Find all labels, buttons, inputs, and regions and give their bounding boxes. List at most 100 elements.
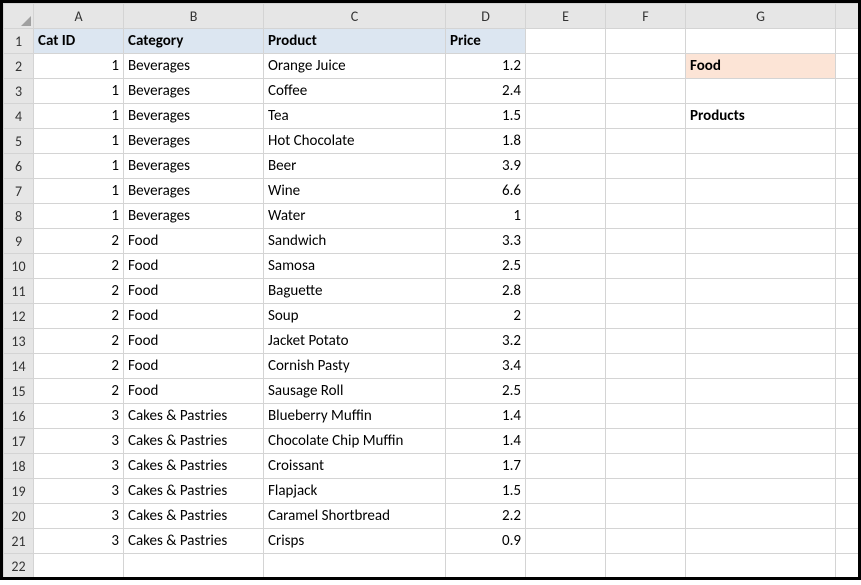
cell-b8[interactable]: Beverages [124, 204, 264, 229]
col-header-e[interactable]: E [526, 4, 606, 29]
row-header[interactable]: 16 [4, 404, 34, 429]
cell-a13[interactable]: 2 [34, 329, 124, 354]
cell-a19[interactable]: 3 [34, 479, 124, 504]
cell-b11[interactable]: Food [124, 279, 264, 304]
cell-edge[interactable] [836, 354, 861, 379]
cell-g10[interactable] [686, 254, 836, 279]
select-all-corner[interactable] [4, 4, 34, 29]
cell-b7[interactable]: Beverages [124, 179, 264, 204]
cell-e16[interactable] [526, 404, 606, 429]
cell-e2[interactable] [526, 54, 606, 79]
cell-f21[interactable] [606, 529, 686, 554]
cell-d19[interactable]: 1.5 [446, 479, 526, 504]
cell-c13[interactable]: Jacket Potato [264, 329, 446, 354]
cell-e4[interactable] [526, 104, 606, 129]
cell-b14[interactable]: Food [124, 354, 264, 379]
cell-b16[interactable]: Cakes & Pastries [124, 404, 264, 429]
cell-a3[interactable]: 1 [34, 79, 124, 104]
cell-d15[interactable]: 2.5 [446, 379, 526, 404]
row-header[interactable]: 5 [4, 129, 34, 154]
cell-a16[interactable]: 3 [34, 404, 124, 429]
cell-edge[interactable] [836, 504, 861, 529]
cell-c2[interactable]: Orange Juice [264, 54, 446, 79]
cell-edge[interactable] [836, 79, 861, 104]
cell-a11[interactable]: 2 [34, 279, 124, 304]
cell-f4[interactable] [606, 104, 686, 129]
row-header[interactable]: 20 [4, 504, 34, 529]
cell-f5[interactable] [606, 129, 686, 154]
cell-f7[interactable] [606, 179, 686, 204]
cell-edge[interactable] [836, 429, 861, 454]
cell-edge[interactable] [836, 104, 861, 129]
cell-b18[interactable]: Cakes & Pastries [124, 454, 264, 479]
cell-a8[interactable]: 1 [34, 204, 124, 229]
spreadsheet[interactable]: A B C D E F G 1 Cat ID Category Product … [0, 0, 861, 580]
cell-d21[interactable]: 0.9 [446, 529, 526, 554]
cell-b22[interactable] [124, 554, 264, 579]
cell-b21[interactable]: Cakes & Pastries [124, 529, 264, 554]
row-header[interactable]: 15 [4, 379, 34, 404]
cell-g21[interactable] [686, 529, 836, 554]
row-header[interactable]: 12 [4, 304, 34, 329]
cell-g1[interactable] [686, 29, 836, 54]
cell-c5[interactable]: Hot Chocolate [264, 129, 446, 154]
cell-c18[interactable]: Croissant [264, 454, 446, 479]
row-header[interactable]: 1 [4, 29, 34, 54]
cell-e1[interactable] [526, 29, 606, 54]
cell-a14[interactable]: 2 [34, 354, 124, 379]
cell-a2[interactable]: 1 [34, 54, 124, 79]
row-header[interactable]: 19 [4, 479, 34, 504]
cell-e18[interactable] [526, 454, 606, 479]
cell-e3[interactable] [526, 79, 606, 104]
cell-c6[interactable]: Beer [264, 154, 446, 179]
cell-g15[interactable] [686, 379, 836, 404]
cell-d5[interactable]: 1.8 [446, 129, 526, 154]
cell-c10[interactable]: Samosa [264, 254, 446, 279]
cell-edge[interactable] [836, 404, 861, 429]
cell-e5[interactable] [526, 129, 606, 154]
cell-edge[interactable] [836, 154, 861, 179]
cell-e8[interactable] [526, 204, 606, 229]
cell-f3[interactable] [606, 79, 686, 104]
grid[interactable]: A B C D E F G 1 Cat ID Category Product … [3, 3, 861, 579]
cell-c3[interactable]: Coffee [264, 79, 446, 104]
row-header[interactable]: 10 [4, 254, 34, 279]
cell-edge[interactable] [836, 454, 861, 479]
cell-f8[interactable] [606, 204, 686, 229]
cell-f1[interactable] [606, 29, 686, 54]
row-header[interactable]: 9 [4, 229, 34, 254]
cell-a17[interactable]: 3 [34, 429, 124, 454]
cell-b6[interactable]: Beverages [124, 154, 264, 179]
row-header[interactable]: 17 [4, 429, 34, 454]
cell-edge[interactable] [836, 554, 861, 579]
cell-edge[interactable] [836, 129, 861, 154]
cell-c14[interactable]: Cornish Pasty [264, 354, 446, 379]
cell-b10[interactable]: Food [124, 254, 264, 279]
row-header[interactable]: 7 [4, 179, 34, 204]
row-header[interactable]: 13 [4, 329, 34, 354]
row-header[interactable]: 18 [4, 454, 34, 479]
cell-e7[interactable] [526, 179, 606, 204]
cell-f19[interactable] [606, 479, 686, 504]
cell-a22[interactable] [34, 554, 124, 579]
cell-e10[interactable] [526, 254, 606, 279]
cell-g19[interactable] [686, 479, 836, 504]
row-header[interactable]: 22 [4, 554, 34, 579]
cell-g8[interactable] [686, 204, 836, 229]
row-header[interactable]: 8 [4, 204, 34, 229]
cell-f14[interactable] [606, 354, 686, 379]
cell-edge[interactable] [836, 54, 861, 79]
cell-c9[interactable]: Sandwich [264, 229, 446, 254]
cell-g14[interactable] [686, 354, 836, 379]
cell-b13[interactable]: Food [124, 329, 264, 354]
cell-a15[interactable]: 2 [34, 379, 124, 404]
cell-f2[interactable] [606, 54, 686, 79]
cell-edge[interactable] [836, 29, 861, 54]
cell-f18[interactable] [606, 454, 686, 479]
cell-edge[interactable] [836, 329, 861, 354]
cell-edge[interactable] [836, 229, 861, 254]
cell-c20[interactable]: Caramel Shortbread [264, 504, 446, 529]
cell-c12[interactable]: Soup [264, 304, 446, 329]
cell-e11[interactable] [526, 279, 606, 304]
cell-edge[interactable] [836, 479, 861, 504]
